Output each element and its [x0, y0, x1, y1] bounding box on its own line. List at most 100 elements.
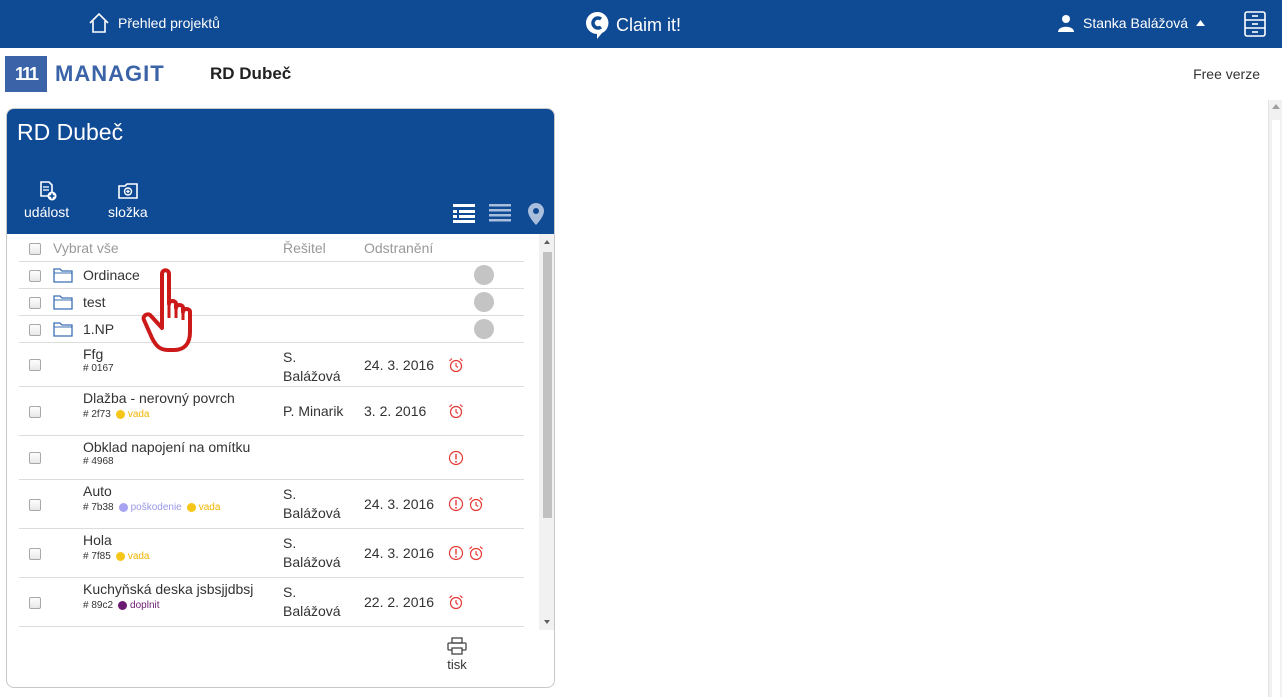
row-checkbox[interactable] — [29, 297, 41, 309]
detail-list-view-icon — [453, 204, 475, 223]
folder-name: test — [83, 294, 106, 310]
row-checkbox[interactable] — [29, 499, 41, 511]
item-name: Dlažba - nerovný povrch — [83, 390, 235, 406]
table-row[interactable]: Dlažba - nerovný povrch # 2f73 vada P. M… — [19, 387, 524, 436]
page-title: RD Dubeč — [210, 64, 292, 83]
row-checkbox[interactable] — [29, 359, 41, 371]
item-id: # 2f73 — [83, 409, 111, 420]
user-icon — [1058, 15, 1074, 32]
row-checkbox[interactable] — [29, 452, 41, 464]
resitel-column-header[interactable]: Řešitel — [283, 240, 326, 256]
item-name: Hola — [83, 532, 112, 548]
folder-name: Ordinace — [83, 267, 140, 283]
row-checkbox[interactable] — [29, 270, 41, 282]
item-resitel: S. Balážová — [283, 486, 341, 521]
detail-list-view-button[interactable] — [453, 204, 475, 229]
logo-text: MANAGIT — [55, 61, 165, 86]
item-resitel: S. Balážová — [283, 535, 341, 570]
tag-dot — [118, 601, 128, 610]
tag-label: vada — [127, 551, 150, 562]
item-resitel: S. Balážová — [283, 584, 341, 619]
warning-circle-icon — [448, 496, 464, 512]
projects-overview-link[interactable]: Přehled projektů — [88, 12, 220, 34]
tag-dot — [115, 552, 125, 561]
item-id: # 7b38 — [83, 502, 114, 513]
tag-label: vada — [198, 502, 221, 513]
table-row[interactable]: Ffg # 0167 S. Balážová 24. 3. 2016 — [19, 343, 524, 387]
app-brand: Claim it! — [584, 10, 681, 40]
item-meta: # 7f85 vada — [83, 551, 150, 562]
plan-label: Free verze — [1193, 66, 1260, 82]
folder-row-1np[interactable]: 1.NP — [19, 316, 524, 343]
table-row[interactable]: Auto # 7b38 poškodenie vada S. Balážová 2… — [19, 480, 524, 529]
claim-it-logo-icon — [586, 11, 609, 39]
caret-up-icon — [1196, 20, 1206, 26]
item-date: 22. 2. 2016 — [364, 594, 435, 610]
list-scrollbar[interactable] — [539, 234, 554, 630]
folder-name: 1.NP — [83, 321, 115, 337]
item-id: # 89c2 — [83, 600, 114, 611]
item-date: 3. 2. 2016 — [364, 403, 427, 419]
item-resitel: P. Minarik — [283, 403, 344, 419]
row-checkbox[interactable] — [29, 597, 41, 609]
status-circle — [474, 292, 494, 312]
new-document-icon — [39, 181, 57, 201]
tag-dot — [186, 503, 196, 512]
warning-circle-icon — [448, 450, 464, 466]
cabinet-menu-button[interactable] — [1243, 11, 1267, 37]
item-resitel: S. Balážová — [283, 349, 341, 384]
tag-label: doplnit — [130, 600, 160, 611]
status-circle — [474, 319, 494, 339]
item-id: # 4968 — [83, 456, 114, 467]
new-event-button[interactable]: událost — [24, 181, 69, 220]
item-meta: # 89c2 doplnit — [83, 600, 160, 611]
item-meta: # 7b38 poškodenie vada — [83, 502, 220, 513]
item-date: 24. 3. 2016 — [364, 496, 435, 512]
select-all-checkbox[interactable] — [29, 243, 41, 255]
item-date: 24. 3. 2016 — [364, 357, 435, 373]
page-scrollbar[interactable] — [1268, 100, 1282, 697]
item-date: 24. 3. 2016 — [364, 545, 435, 561]
compact-list-view-button[interactable] — [489, 204, 511, 229]
item-status-icons — [448, 545, 484, 561]
logo-mark: 111 — [5, 56, 47, 92]
map-view-button[interactable] — [528, 203, 544, 230]
pointing-hand-icon — [141, 268, 192, 352]
scroll-up-arrow[interactable] — [544, 240, 550, 244]
tag-dot — [115, 410, 125, 419]
new-event-label: událost — [24, 204, 70, 220]
item-status-icons — [448, 357, 464, 373]
folder-row-ordinace[interactable]: Ordinace — [19, 262, 524, 289]
scroll-thumb[interactable] — [543, 252, 552, 518]
row-checkbox[interactable] — [29, 324, 41, 336]
new-folder-button[interactable]: složka — [108, 181, 148, 220]
table-row[interactable]: Obklad napojení na omítku # 4968 — [19, 436, 524, 480]
folder-row-test[interactable]: test — [19, 289, 524, 316]
item-id: # 0167 — [83, 363, 114, 374]
alarm-clock-icon — [449, 404, 463, 419]
select-all-label[interactable]: Vybrat vše — [53, 240, 119, 256]
scroll-down-arrow[interactable] — [544, 620, 550, 624]
top-navigation-bar: Přehled projektů Claim it! Stanka Balážo… — [0, 0, 1282, 48]
user-name: Stanka Balážová — [1083, 15, 1189, 31]
folder-icon — [53, 268, 73, 283]
table-row[interactable]: Kuchyňská deska jsbsjjdbsj # 89c2 doplni… — [19, 578, 524, 627]
alarm-clock-icon — [469, 546, 483, 561]
row-checkbox[interactable] — [29, 406, 41, 418]
alarm-clock-icon — [449, 595, 463, 610]
managit-logo[interactable]: 111 MANAGIT — [5, 56, 165, 92]
print-button[interactable]: tisk — [447, 637, 467, 672]
row-checkbox[interactable] — [29, 548, 41, 560]
odstraneni-column-header[interactable]: Odstranění — [364, 240, 433, 256]
event-list: Vybrat vše Řešitel Odstranění Ordinace t… — [7, 234, 539, 630]
printer-icon — [447, 637, 467, 655]
table-row[interactable]: Hola # 7f85 vada S. Balážová 24. 3. 2016 — [19, 529, 524, 578]
item-meta: # 4968 — [83, 456, 114, 467]
folder-icon — [53, 295, 73, 310]
tag-label: poškodenie — [130, 502, 182, 513]
folder-icon — [53, 322, 73, 337]
alarm-clock-icon — [469, 497, 483, 512]
projects-overview-label: Přehled projektů — [118, 15, 220, 31]
new-folder-label: složka — [108, 204, 148, 220]
user-menu[interactable]: Stanka Balážová — [1057, 14, 1206, 32]
